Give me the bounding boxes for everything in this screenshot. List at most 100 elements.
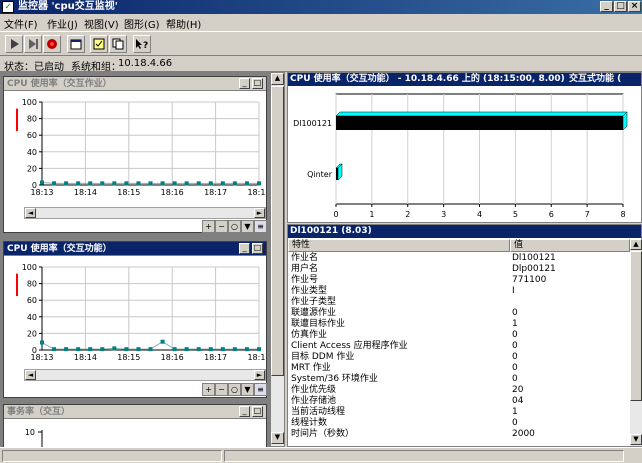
- zoom-out-icon[interactable]: −: [215, 383, 228, 396]
- category-label: Dl100121: [293, 119, 332, 128]
- legend-icon[interactable]: ≡: [254, 383, 267, 396]
- help-button[interactable]: ?: [133, 35, 151, 53]
- panel-maximize-button[interactable]: □: [252, 406, 263, 417]
- column-header-attribute[interactable]: 特性: [288, 239, 510, 252]
- series-point: [196, 347, 201, 352]
- scroll-left-arrow[interactable]: ◄: [25, 370, 36, 380]
- series-point: [52, 181, 57, 186]
- table-row[interactable]: MRT 作业 0: [288, 363, 630, 374]
- scroll-thumb[interactable]: [630, 251, 642, 401]
- table-row[interactable]: System/36 环境作业 0: [288, 374, 630, 385]
- scroll-right-arrow[interactable]: ►: [254, 208, 265, 218]
- table-row[interactable]: 作业子类型: [288, 297, 630, 308]
- table-row[interactable]: 联遭源作业 0: [288, 308, 630, 319]
- job-bar-chart-panel[interactable]: CPU 使用率（交互功能） - 10.18.4.66 上的 (18:15:00,…: [287, 72, 642, 223]
- scroll-down-arrow[interactable]: ▼: [630, 434, 642, 445]
- series-point: [257, 347, 261, 352]
- scroll-down-arrow[interactable]: ▼: [271, 432, 284, 444]
- graph-panel-cpu-jobs[interactable]: CPU 使用率（交互作业） _ □ 18:13 18:14 18:15 18:16 18…: [3, 76, 267, 233]
- graph-panel-cpu-function[interactable]: CPU 使用率（交互功能） _ □ 18:13 18:14 18:15 18:16 18…: [3, 241, 267, 398]
- copy-button[interactable]: [109, 35, 127, 53]
- copy-icon: [112, 38, 124, 50]
- menu-job[interactable]: 作业(J): [47, 16, 78, 31]
- series-point: [40, 340, 44, 345]
- panel-minimize-button[interactable]: _: [239, 406, 250, 417]
- monitor-state: 状态：已启动: [4, 62, 64, 73]
- panel-maximize-button[interactable]: □: [252, 78, 263, 89]
- graphs-pane: CPU 使用率（交互作业） _ □ 18:13 18:14 18:15 18:16 18…: [0, 72, 285, 448]
- scroll-thumb[interactable]: [271, 86, 284, 376]
- table-row[interactable]: 用户名 Dlp00121: [288, 264, 630, 275]
- scroll-left-arrow[interactable]: ◄: [25, 208, 36, 218]
- x-tick-label: 7: [585, 210, 590, 219]
- attribute-name: 联遭源作业: [291, 308, 337, 318]
- properties-button[interactable]: [67, 35, 85, 53]
- x-tick-label: 3: [441, 210, 446, 219]
- table-row[interactable]: 作业名 Dl100121: [288, 253, 630, 264]
- table-row[interactable]: 时间片（秒数） 2000: [288, 429, 630, 440]
- y-tick-label: 10: [25, 428, 35, 437]
- y-tick-label: 40: [27, 313, 37, 322]
- y-tick-label: 100: [22, 263, 37, 272]
- table-row[interactable]: 线程计数 0: [288, 418, 630, 429]
- attribute-value: Dl100121: [512, 253, 556, 263]
- graph-panel-transaction-rate[interactable]: 事务率（交互） _ □ 10: [3, 404, 267, 448]
- scroll-up-arrow[interactable]: ▲: [271, 73, 284, 85]
- scroll-right-arrow[interactable]: ►: [254, 370, 265, 380]
- left-pane-vertical-scrollbar[interactable]: ▲ ▼: [271, 73, 284, 446]
- maximize-button[interactable]: □: [614, 1, 627, 12]
- x-tick-label: 0: [333, 210, 338, 219]
- horizontal-bar-chart: 0 1 2 3 4 5 6 7 8 Dl100121 Qinter: [293, 93, 628, 219]
- series-point: [124, 181, 129, 186]
- open-list-button[interactable]: [90, 35, 108, 53]
- start-button[interactable]: [5, 35, 23, 53]
- y-tick-label: 60: [27, 131, 37, 140]
- table-row[interactable]: 作业号 771100: [288, 275, 630, 286]
- table-row[interactable]: 作业优先级 20: [288, 385, 630, 396]
- window-title: 监控器 'cpu交互监视': [18, 1, 118, 12]
- zoom-dropdown-icon[interactable]: ▼: [241, 383, 254, 396]
- detail-vertical-scrollbar[interactable]: ▲ ▼: [630, 239, 642, 446]
- table-row[interactable]: 目标 DDM 作业 0: [288, 352, 630, 363]
- scroll-up-arrow[interactable]: ▲: [630, 239, 642, 250]
- series-point: [184, 347, 189, 352]
- bar: [336, 116, 623, 130]
- stop-button[interactable]: [43, 35, 61, 53]
- series-point: [244, 347, 249, 352]
- zoom-reset-icon[interactable]: ○: [228, 220, 241, 233]
- x-tick-label: 6: [549, 210, 554, 219]
- column-header-value[interactable]: 值: [510, 239, 630, 252]
- zoom-out-icon[interactable]: −: [215, 220, 228, 233]
- horizontal-scrollbar[interactable]: ◄ ►: [24, 207, 266, 219]
- panel-minimize-button[interactable]: _: [239, 243, 250, 254]
- zoom-in-icon[interactable]: +: [202, 220, 215, 233]
- zoom-dropdown-icon[interactable]: ▼: [241, 220, 254, 233]
- menu-file[interactable]: 文件(F): [4, 16, 38, 31]
- panel-maximize-button[interactable]: □: [252, 243, 263, 254]
- series-point: [136, 347, 141, 352]
- bar-chart-title: CPU 使用率（交互功能） - 10.18.4.66 上的 (18:15:00,…: [290, 74, 565, 84]
- bar-top: [335, 111, 628, 117]
- table-row[interactable]: 仿真作业 0: [288, 330, 630, 341]
- table-row[interactable]: 作业存储池 04: [288, 396, 630, 407]
- restart-button[interactable]: [24, 35, 42, 53]
- zoom-reset-icon[interactable]: ○: [228, 383, 241, 396]
- menu-view[interactable]: 视图(V): [84, 16, 119, 31]
- horizontal-scrollbar[interactable]: ◄ ►: [24, 369, 266, 381]
- legend-icon[interactable]: ≡: [254, 220, 267, 233]
- y-tick-label: 80: [27, 115, 37, 124]
- table-row[interactable]: 当前活动线程 1: [288, 407, 630, 418]
- series-point: [148, 347, 153, 352]
- panel-minimize-button[interactable]: _: [239, 78, 250, 89]
- x-tick-label: 18:17: [204, 188, 227, 197]
- minimize-button[interactable]: _: [600, 1, 613, 12]
- menu-graph[interactable]: 图形(G): [124, 16, 160, 31]
- zoom-in-icon[interactable]: +: [202, 383, 215, 396]
- table-row[interactable]: Client Access 应用程序作业 0: [288, 341, 630, 352]
- table-row[interactable]: 作业类型 I: [288, 286, 630, 297]
- menu-help[interactable]: 帮助(H): [166, 16, 201, 31]
- attribute-name: 作业子类型: [291, 297, 337, 307]
- attribute-name: MRT 作业: [291, 363, 331, 373]
- table-row[interactable]: 联遭目标作业 1: [288, 319, 630, 330]
- close-button[interactable]: ×: [628, 1, 641, 12]
